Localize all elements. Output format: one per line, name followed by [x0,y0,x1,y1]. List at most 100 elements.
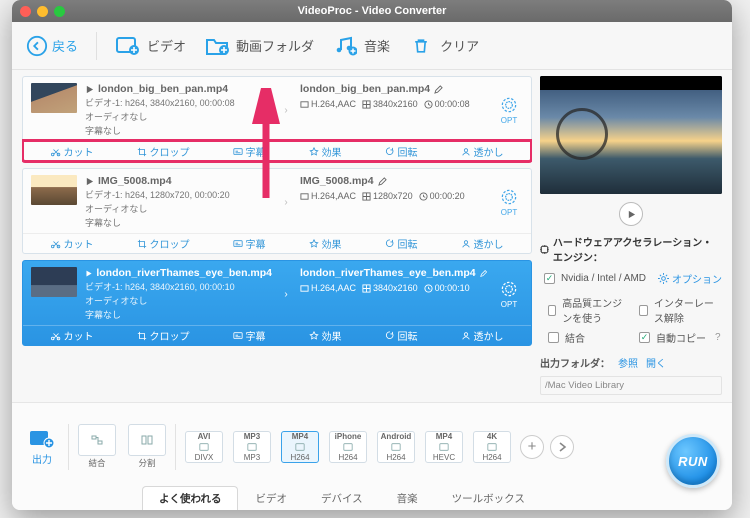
merge-checkbox[interactable] [548,332,559,343]
output-resolution: 3840x2160 [362,99,418,109]
crop-icon [137,147,147,157]
video-info: ビデオ-1: h264, 3840x2160, 00:00:08 [85,96,272,109]
output-resolution: 1280x720 [362,191,413,201]
subtitle-button[interactable]: 字幕 [233,144,266,159]
titlebar: VideoProc - Video Converter [12,0,732,22]
add-music-button[interactable]: 音楽 [332,35,390,57]
preset-4k-h264[interactable]: 4KH264 [470,431,514,463]
preset-avi-divx[interactable]: AVIDIVX [182,431,226,463]
source-filename: london_riverThames_eye_ben.mp4 [85,267,272,279]
edit-actions: カット クロップ 字幕 効果 回転 透かし [23,141,531,161]
main-toolbar: 戻る ビデオ 動画フォルダ 音楽 クリア [12,22,732,70]
output-duration: 00:00:10 [424,283,470,293]
audio-info: オーディオなし [85,294,272,307]
format-icon [197,442,211,452]
codec-options-button[interactable]: OPT [495,187,523,217]
tab-toolbox[interactable]: ツールボックス [435,486,542,510]
play-icon [85,269,92,278]
cut-button[interactable]: カット [51,236,94,251]
run-button[interactable]: RUN [666,434,720,488]
subtitle-button[interactable]: 字幕 [233,328,266,343]
open-folder-button[interactable]: 開く [646,355,666,370]
crop-button[interactable]: クロップ [137,328,190,343]
watermark-icon [461,147,471,157]
clear-button[interactable]: クリア [408,35,479,57]
deinterlace-checkbox[interactable] [639,305,648,316]
rotate-icon [385,147,395,157]
preset-iphone-h264[interactable]: iPhoneH264 [326,431,370,463]
rotate-button[interactable]: 回転 [385,236,418,251]
sidebar: ハードウェアアクセラレーション・エンジン： Nvidia / Intel / A… [540,76,722,402]
output-profile-button[interactable]: 出力 [22,427,62,466]
video-item[interactable]: IMG_5008.mp4 ビデオ-1: h264, 1280x720, 00:00… [22,168,532,254]
effect-icon [309,331,319,341]
video-info: ビデオ-1: h264, 1280x720, 00:00:20 [85,188,272,201]
subtitle-button[interactable]: 字幕 [233,236,266,251]
output-codec: H.264,AAC [300,191,356,201]
edit-actions: カット クロップ 字幕 効果 回転 透かし [23,233,531,253]
tab-popular[interactable]: よく使われる [142,486,238,510]
scroll-right-button[interactable] [550,435,574,459]
video-item[interactable]: london_big_ben_pan.mp4 ビデオ-1: h264, 3840x… [22,76,532,162]
back-button[interactable]: 戻る [26,35,78,57]
tab-device[interactable]: デバイス [304,486,380,510]
subtitle-icon [233,239,243,249]
video-item[interactable]: london_riverThames_eye_ben.mp4ビデオ-1: h26… [22,260,532,346]
subtitle-info: 字幕なし [85,308,272,321]
folder-icon [204,35,230,57]
rotate-icon [385,239,395,249]
output-filename[interactable]: IMG_5008.mp4 [300,175,487,187]
rotate-icon [385,331,395,341]
video-list: london_big_ben_pan.mp4 ビデオ-1: h264, 3840x… [22,76,532,402]
add-folder-button[interactable]: 動画フォルダ [204,35,314,57]
help-icon[interactable]: ? [715,332,721,343]
watermark-button[interactable]: 透かし [461,144,504,159]
split-tool[interactable]: 分割 [125,424,169,469]
add-preset-button[interactable]: + [520,435,544,459]
tab-music[interactable]: 音楽 [380,486,435,510]
codec-options-button[interactable]: OPT [495,279,523,309]
output-filename[interactable]: london_riverThames_eye_ben.mp4 [300,267,487,279]
rotate-button[interactable]: 回転 [385,144,418,159]
merge-tool[interactable]: 結合 [75,424,119,469]
options-button[interactable]: オプション [658,271,722,286]
edit-icon [480,269,487,278]
play-button[interactable] [619,202,643,226]
chevron-right-icon: › [280,105,292,116]
autocopy-checkbox[interactable] [639,332,650,343]
codec-icon [300,192,309,201]
preset-mp4-h264[interactable]: MP4H264 [278,431,322,463]
preset-android-h264[interactable]: AndroidH264 [374,431,418,463]
subtitle-icon [233,147,243,157]
chevron-right-icon: › [280,289,292,300]
effect-button[interactable]: 効果 [309,144,342,159]
browse-button[interactable]: 参照 [618,355,638,370]
preset-mp4-hevc[interactable]: MP4HEVC [422,431,466,463]
crop-button[interactable]: クロップ [137,236,190,251]
preset-mp3-mp3[interactable]: MP3MP3 [230,431,274,463]
watermark-button[interactable]: 透かし [461,236,504,251]
back-icon [26,35,48,57]
cut-button[interactable]: カット [51,144,94,159]
add-video-button[interactable]: ビデオ [115,35,186,57]
effect-button[interactable]: 効果 [309,328,342,343]
output-filename[interactable]: london_big_ben_pan.mp4 [300,83,487,95]
tab-video[interactable]: ビデオ [238,486,304,510]
app-window: VideoProc - Video Converter 戻る ビデオ 動画フォル… [12,0,732,510]
audio-info: オーディオなし [85,110,272,123]
hq-engine-checkbox[interactable] [548,305,556,316]
format-icon [437,442,451,452]
crop-button[interactable]: クロップ [137,144,190,159]
resolution-icon [362,100,371,109]
watermark-button[interactable]: 透かし [461,328,504,343]
gpu-checkbox[interactable] [544,273,555,284]
bottom-bar: 出力 結合 分割 AVIDIVXMP3MP3MP4H264iPhoneH264A… [12,402,732,510]
effect-button[interactable]: 効果 [309,236,342,251]
rotate-button[interactable]: 回転 [385,328,418,343]
codec-icon [300,284,309,293]
codec-options-button[interactable]: OPT [495,95,523,125]
gear-icon [658,273,669,284]
format-icon [245,442,259,452]
watermark-icon [461,239,471,249]
cut-button[interactable]: カット [51,328,94,343]
